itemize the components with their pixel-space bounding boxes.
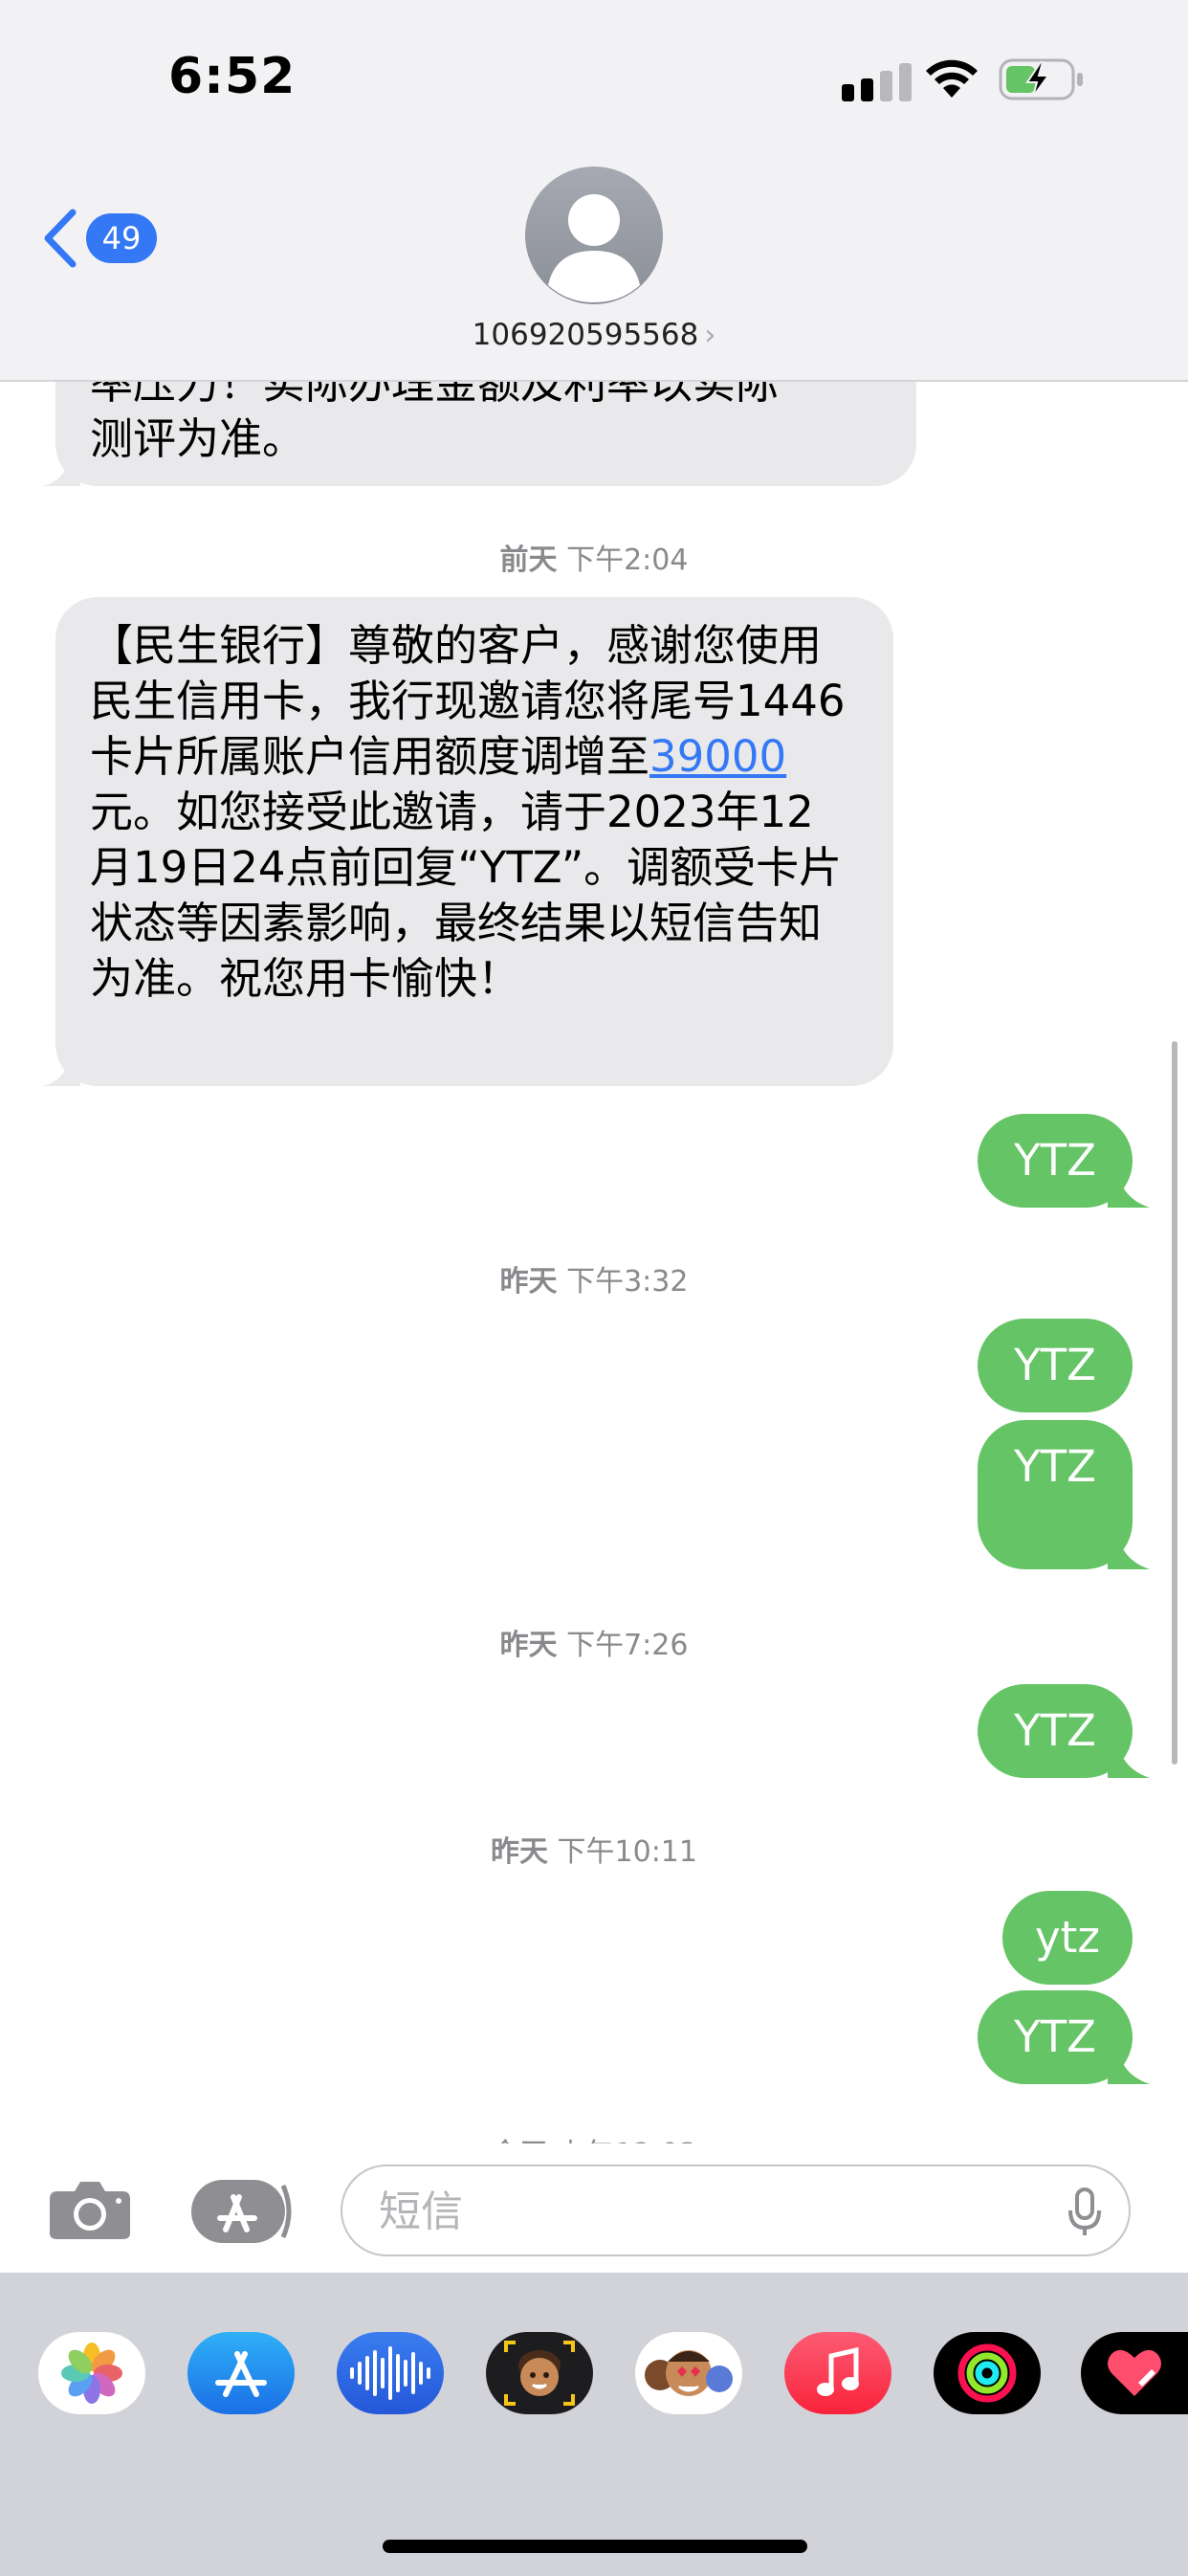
message-text: YTZ (1014, 1441, 1096, 1492)
back-button[interactable]: 49 (42, 205, 166, 272)
audio-messages-icon[interactable] (337, 2332, 444, 2414)
scrollbar[interactable] (1172, 1041, 1177, 1765)
memoji-icon[interactable] (486, 2332, 593, 2414)
message-bubble-outgoing[interactable]: YTZ (978, 1684, 1150, 1778)
imessage-app-drawer (0, 2273, 1188, 2576)
photos-flower-icon (61, 2343, 122, 2404)
message-timestamp: 昨天 下午10:11 (490, 1835, 697, 1869)
message-bubble-outgoing[interactable]: YTZ (978, 1114, 1150, 1208)
message-text: YTZ (1014, 1135, 1096, 1186)
message-bubble-incoming[interactable]: 【民生银行】尊敬的客户，感谢您使用民生信用卡，我行现邀请您将尾号1446卡片所属… (42, 597, 893, 1086)
memoji-stickers-icon[interactable] (635, 2332, 742, 2414)
credit-amount-link[interactable]: 39000 (649, 731, 786, 782)
bubble-tail (1108, 1740, 1150, 1778)
message-input-bar (0, 2143, 1188, 2273)
music-icon[interactable] (784, 2332, 891, 2414)
wifi-icon (926, 59, 978, 98)
message-timestamp: 前天 下午2:04 (499, 544, 689, 577)
conversation-header: 6:52 49 106920595568 › (0, 0, 1188, 382)
status-time: 6:52 (168, 48, 297, 105)
message-text: YTZ (1014, 1705, 1096, 1756)
memoji-face-icon (504, 2341, 575, 2406)
message-text: YTZ (1014, 1340, 1096, 1390)
fitness-icon[interactable] (934, 2332, 1041, 2414)
bubble-tail (42, 448, 80, 486)
bubble-tail (1108, 2046, 1150, 2084)
battery-charging-icon (999, 58, 1083, 100)
chevron-right-icon: › (704, 319, 716, 352)
activity-rings-icon (957, 2343, 1017, 2403)
music-note-icon (817, 2346, 859, 2396)
unread-count-badge: 49 (86, 213, 157, 263)
chevron-left-icon (44, 209, 77, 268)
message-input-field[interactable] (341, 2165, 1131, 2256)
message-text: 【民生银行】尊敬的客户，感谢您使用民生信用卡，我行现邀请您将尾号1446卡片所属… (90, 620, 846, 1004)
message-text-input[interactable] (377, 2180, 1031, 2243)
contact-name[interactable]: 106920595568 › (0, 318, 1188, 352)
app-store-icon[interactable] (187, 2332, 295, 2414)
message-bubble-outgoing[interactable]: YTZ (978, 1319, 1133, 1412)
camera-icon[interactable] (48, 2178, 132, 2241)
bubble-tail (1108, 1531, 1150, 1569)
microphone-icon[interactable] (1067, 2187, 1102, 2237)
contact-avatar[interactable] (525, 167, 663, 304)
bubble-tail (1108, 1169, 1150, 1208)
heart-hand-icon (1108, 2349, 1161, 2396)
photos-icon[interactable] (38, 2332, 145, 2414)
message-bubble-outgoing[interactable]: YTZ (978, 1990, 1150, 2084)
cellular-signal-icon (842, 63, 914, 101)
message-text: ytz (1035, 1912, 1100, 1963)
bubble-tail (42, 1048, 80, 1086)
digital-touch-icon[interactable] (1081, 2332, 1188, 2414)
app-store-button-icon[interactable] (191, 2180, 297, 2243)
memoji-stickers-face-icon (645, 2350, 733, 2396)
message-timestamp: 昨天 下午7:26 (499, 1629, 689, 1662)
status-bar: 6:52 (0, 0, 1188, 153)
person-icon (548, 194, 640, 302)
app-store-glyph-icon (215, 2351, 267, 2397)
waveform-icon (350, 2346, 430, 2400)
message-bubble-outgoing[interactable]: YTZ (978, 1420, 1150, 1569)
message-timestamp: 昨天 下午3:32 (499, 1265, 689, 1299)
message-bubble-outgoing[interactable]: ytz (1002, 1891, 1133, 1985)
message-text: YTZ (1014, 2011, 1096, 2062)
home-indicator[interactable] (383, 2540, 807, 2553)
